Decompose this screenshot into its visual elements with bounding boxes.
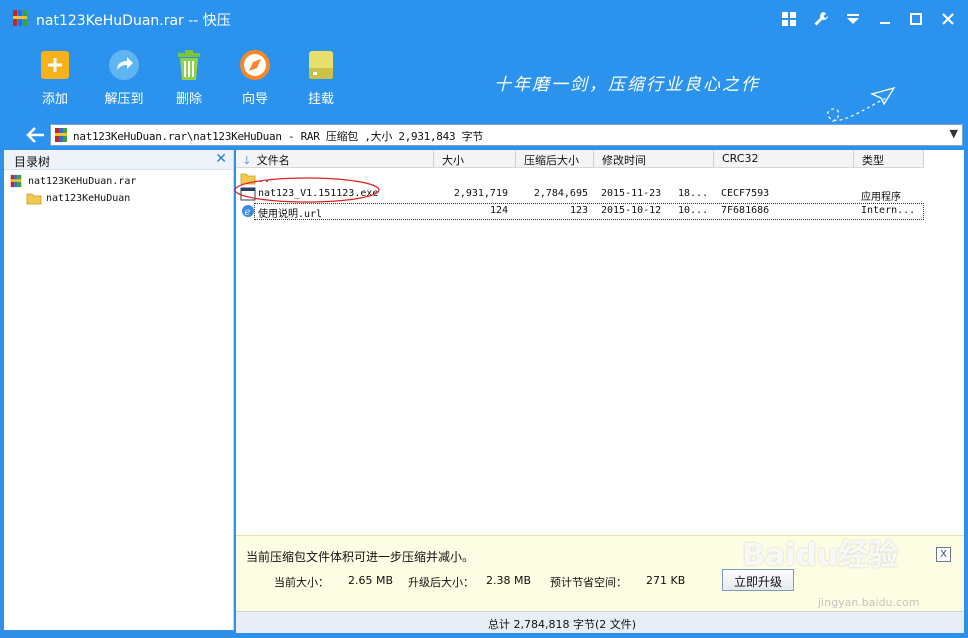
grid-icon (782, 12, 796, 26)
close-notice-icon[interactable]: X (936, 547, 951, 562)
annotation-ellipse (234, 177, 380, 203)
directory-tree-pane: 目录树 ✕ nat123KeHuDuan.rar nat123KeHuDuan (4, 150, 234, 630)
delete-button[interactable]: 删除 (158, 48, 220, 112)
extract-icon (107, 48, 141, 82)
column-name-label: 文件名 (256, 154, 290, 167)
maximize-icon (910, 13, 922, 25)
file-size: 124 (489, 205, 508, 216)
rar-file-icon (10, 174, 22, 188)
delete-label: 删除 (175, 92, 202, 107)
column-packed-label: 压缩后大小 (524, 154, 579, 167)
file-type: 应用程序 (861, 192, 901, 203)
extract-label: 解压到 (104, 92, 144, 107)
maximize-button[interactable] (905, 8, 927, 30)
rar-app-icon (13, 10, 27, 26)
dropdown-menu-button[interactable] (842, 8, 864, 30)
status-bar: 总计 2,784,818 字节(2 文件) (236, 611, 964, 633)
mount-label: 挂载 (307, 92, 334, 107)
disk-icon (304, 48, 338, 82)
sort-arrow-icon: 🡓 (244, 154, 250, 167)
column-header-crc[interactable]: CRC32 (714, 150, 854, 168)
rar-file-icon (55, 128, 67, 142)
notice-message: 当前压缩包文件体积可进一步压缩并减小。 (246, 550, 475, 564)
file-time: 18... (678, 188, 709, 199)
column-type-label: 类型 (862, 154, 884, 167)
file-packed: 2,784,695 (533, 188, 588, 199)
grid-menu-button[interactable] (778, 8, 800, 30)
compass-icon (238, 48, 272, 82)
current-size-label: 当前大小： (274, 576, 329, 589)
close-icon (942, 13, 954, 25)
saved-space-label: 预计节省空间： (550, 576, 627, 589)
wrench-icon (814, 12, 828, 26)
address-field[interactable]: nat123KeHuDuan.rar\nat123KeHuDuan - RAR … (50, 124, 963, 146)
settings-button[interactable] (810, 8, 832, 30)
close-tree-icon[interactable]: ✕ (215, 151, 227, 167)
main-toolbar: 添加 解压到 删除 向导 挂载 十年磨一剑，压缩行业良心之作 (0, 38, 968, 131)
saved-space-value: 271 KB (646, 574, 686, 587)
baidu-watermark: Baidu经验 (742, 538, 899, 573)
status-total: 总计 2,784,818 字节(2 文件) (488, 618, 637, 631)
column-header-modified[interactable]: 修改时间 (594, 150, 714, 168)
watermark-url: jingyan.baidu.com (818, 596, 920, 609)
file-crc: 7F681686 (721, 205, 770, 216)
file-packed: 123 (569, 205, 588, 216)
upgraded-size-value: 2.38 MB (486, 574, 532, 587)
file-date: 2015-10-12 (601, 205, 662, 216)
column-header-packed[interactable]: 压缩后大小 (516, 150, 594, 168)
menu-arrow-icon (847, 14, 859, 24)
chevron-down-icon[interactable]: ▼ (950, 127, 958, 140)
slogan-text: 十年磨一剑，压缩行业良心之作 (494, 75, 760, 95)
mount-button[interactable]: 挂载 (290, 48, 352, 112)
trash-icon (172, 48, 206, 82)
column-header-name[interactable]: 🡓 文件名 (236, 150, 434, 168)
back-arrow-icon[interactable] (26, 126, 46, 144)
file-date: 2015-11-23 (601, 188, 662, 199)
title-bar: nat123KeHuDuan.rar -- 快压 (0, 0, 968, 38)
file-size: 2,931,719 (453, 188, 508, 199)
tree-header: 目录树 ✕ (4, 150, 233, 170)
column-modified-label: 修改时间 (602, 154, 646, 167)
file-time: 10... (678, 205, 709, 216)
tree-item-label: nat123KeHuDuan (46, 193, 131, 204)
column-header-size[interactable]: 大小 (434, 150, 516, 168)
add-icon (38, 48, 72, 82)
minimize-icon (880, 22, 890, 24)
file-crc: CECF7593 (721, 188, 770, 199)
column-header-type[interactable]: 类型 (854, 150, 924, 168)
add-button[interactable]: 添加 (24, 48, 86, 112)
folder-icon (26, 193, 42, 205)
svg-text:e: e (245, 207, 251, 218)
add-label: 添加 (41, 92, 68, 107)
upgraded-size-label: 升级后大小： (408, 576, 474, 589)
ie-link-icon: e (242, 205, 254, 218)
tree-title: 目录树 (14, 155, 51, 169)
extract-button[interactable]: 解压到 (93, 48, 155, 112)
file-name: 使用说明.url (258, 209, 323, 220)
wizard-button[interactable]: 向导 (224, 48, 286, 112)
window-title: nat123KeHuDuan.rar -- 快压 (36, 13, 231, 29)
address-bar: nat123KeHuDuan.rar\nat123KeHuDuan - RAR … (0, 122, 968, 148)
column-size-label: 大小 (442, 154, 464, 167)
tree-item-label: nat123KeHuDuan.rar (28, 176, 137, 187)
wizard-label: 向导 (241, 92, 268, 107)
minimize-button[interactable] (874, 8, 896, 30)
address-path: nat123KeHuDuan.rar\nat123KeHuDuan - RAR … (73, 130, 483, 143)
close-button[interactable] (937, 8, 959, 30)
table-row-selected[interactable]: e 使用说明.url 124 123 2015-10-12 10... 7F68… (242, 203, 924, 220)
current-size-value: 2.65 MB (348, 574, 394, 587)
file-type: Intern... (861, 205, 916, 216)
column-crc-label: CRC32 (722, 152, 759, 165)
